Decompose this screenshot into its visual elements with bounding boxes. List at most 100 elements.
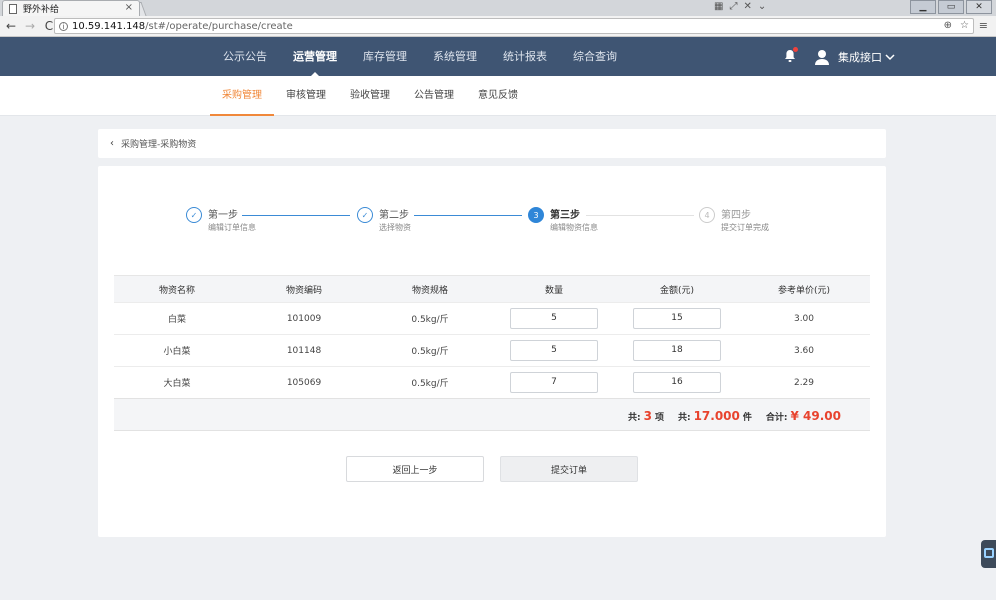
tab-acceptance[interactable]: 验收管理 [338, 76, 402, 116]
unit-price: 2.29 [793, 377, 815, 388]
close-small-icon[interactable]: ✕ [743, 1, 751, 12]
user-icon [815, 49, 829, 65]
summary-label: 共: [677, 412, 691, 423]
check-icon: ✓ [186, 207, 202, 223]
address-bar[interactable]: i 10.59.141.148 /st#/operate/purchase/cr… [54, 18, 974, 34]
minimize-button[interactable]: ▁ [910, 0, 936, 14]
step-title: 第四步 [721, 210, 751, 221]
previous-step-button[interactable]: 返回上一步 [346, 456, 484, 482]
browser-tabstrip: 野外补给 × ▦ ⤢ ✕ ⌄ ▁ ▭ ✕ [0, 0, 996, 16]
amount-input[interactable]: 18 [633, 340, 721, 361]
step-title: 第三步 [550, 210, 580, 221]
star-icon[interactable]: ☆ [960, 19, 969, 33]
material-name: 大白菜 [163, 379, 191, 389]
summary-label: 合计: [765, 412, 788, 423]
column-header: 物资规格 [411, 285, 448, 296]
summary-label: 共: [627, 412, 641, 423]
nav-item-operations[interactable]: 运营管理 [280, 37, 350, 76]
summary-unit: 件 [742, 412, 752, 423]
tab-review[interactable]: 审核管理 [274, 76, 338, 116]
step-desc: 提交订单完成 [721, 223, 769, 232]
column-header: 物资编码 [285, 285, 322, 296]
step-number: 4 [699, 207, 715, 223]
forward-arrow-icon[interactable]: → [22, 19, 38, 33]
chevron-left-icon[interactable]: ‹ [110, 138, 114, 149]
amount-input[interactable]: 16 [633, 372, 721, 393]
submit-order-button[interactable]: 提交订单 [500, 456, 638, 482]
close-window-button[interactable]: ✕ [966, 0, 992, 14]
nav-item-reports[interactable]: 统计报表 [490, 37, 560, 76]
summary-items: 共: 3 项 [628, 409, 664, 423]
back-arrow-icon[interactable]: ← [3, 19, 19, 33]
window-tools: ▦ ⤢ ✕ ⌄ [714, 1, 766, 12]
unit-price: 3.60 [793, 345, 815, 356]
tab-purchase[interactable]: 采购管理 [210, 76, 274, 116]
info-icon[interactable]: i [59, 21, 68, 31]
tab-title: 野外补给 [23, 5, 60, 15]
breadcrumb: ‹ 采购管理-采购物资 [98, 129, 886, 158]
quantity-input[interactable]: 5 [510, 340, 598, 361]
purchase-form-card: ✓ 第一步 编辑订单信息 ✓ 第二步 选择物资 3 第三步 编辑物资信息 4 第… [98, 166, 886, 537]
step-connector [586, 215, 694, 216]
chevron-down-icon [885, 53, 895, 60]
material-code: 101009 [286, 313, 322, 324]
material-spec: 0.5kg/斤 [411, 315, 449, 325]
materials-table: 物资名称 物资编码 物资规格 数量 金额(元) 参考单价(元) 白菜 10100… [114, 275, 870, 431]
material-code: 105069 [286, 377, 322, 388]
nav-item-announcements[interactable]: 公示公告 [210, 37, 280, 76]
table-row: 小白菜 101148 0.5kg/斤 5 18 3.60 [114, 334, 870, 366]
summary-unit: 项 [654, 412, 664, 423]
address-path: /st#/operate/purchase/create [145, 20, 293, 32]
summary-total: 合计: ¥ 49.00 [766, 409, 844, 423]
material-code: 101148 [286, 345, 322, 356]
user-name: 集成接口 [838, 50, 882, 64]
chevron-down-icon[interactable]: ⌄ [758, 1, 766, 12]
summary-items-count: 3 [643, 408, 652, 423]
browser-tab[interactable]: 野外补给 × [2, 0, 140, 16]
amount-input[interactable]: 15 [633, 308, 721, 329]
tab-feedback[interactable]: 意见反馈 [466, 76, 530, 116]
step-connector [242, 215, 350, 216]
column-header: 物资名称 [158, 285, 195, 296]
material-name: 白菜 [167, 315, 186, 325]
bell-icon[interactable] [784, 47, 798, 63]
table-row: 白菜 101009 0.5kg/斤 5 15 3.00 [114, 302, 870, 334]
table-summary: 共: 3 项 共: 17.000 件 合计: ¥ 49.00 [114, 398, 870, 431]
table-header: 物资名称 物资编码 物资规格 数量 金额(元) 参考单价(元) [114, 275, 870, 302]
step-connector [414, 215, 522, 216]
grid-icon[interactable]: ▦ [714, 1, 723, 12]
column-header: 数量 [544, 285, 563, 296]
sub-nav: 采购管理 审核管理 验收管理 公告管理 意见反馈 [0, 76, 996, 116]
step-number: 3 [528, 207, 544, 223]
address-actions: ⊕ ☆ [944, 19, 969, 33]
summary-qty-total: 17.000 [693, 408, 740, 423]
browser-menu-icon[interactable]: ≡ [979, 19, 988, 32]
maximize-button[interactable]: ▭ [938, 0, 964, 14]
floating-widget[interactable] [981, 540, 996, 568]
zoom-icon[interactable]: ⊕ [944, 19, 952, 33]
nav-item-system[interactable]: 系统管理 [420, 37, 490, 76]
material-spec: 0.5kg/斤 [411, 347, 449, 357]
quantity-input[interactable]: 5 [510, 308, 598, 329]
page-icon [9, 3, 17, 14]
column-header: 参考单价(元) [777, 285, 831, 296]
column-header: 金额(元) [659, 285, 695, 296]
fullscreen-icon[interactable]: ⤢ [729, 1, 737, 12]
summary-quantity: 共: 17.000 件 [678, 409, 752, 423]
material-name: 小白菜 [163, 347, 191, 357]
nav-item-inventory[interactable]: 库存管理 [350, 37, 420, 76]
quantity-input[interactable]: 7 [510, 372, 598, 393]
step-desc: 编辑物资信息 [550, 223, 598, 232]
user-menu[interactable]: 集成接口 [814, 37, 895, 76]
nav-item-query[interactable]: 综合查询 [560, 37, 630, 76]
tab-notices[interactable]: 公告管理 [402, 76, 466, 116]
widget-icon [984, 548, 994, 558]
tab-close-icon[interactable]: × [125, 2, 133, 13]
browser-toolbar: ← → C i 10.59.141.148 /st#/operate/purch… [0, 16, 996, 37]
check-icon: ✓ [357, 207, 373, 223]
window-controls: ▁ ▭ ✕ [910, 0, 992, 14]
step-desc: 编辑订单信息 [208, 223, 256, 232]
material-spec: 0.5kg/斤 [411, 379, 449, 389]
main-nav: 公示公告 运营管理 库存管理 系统管理 统计报表 综合查询 [210, 37, 630, 76]
step-indicator: ✓ 第一步 编辑订单信息 ✓ 第二步 选择物资 3 第三步 编辑物资信息 4 第… [186, 206, 826, 246]
